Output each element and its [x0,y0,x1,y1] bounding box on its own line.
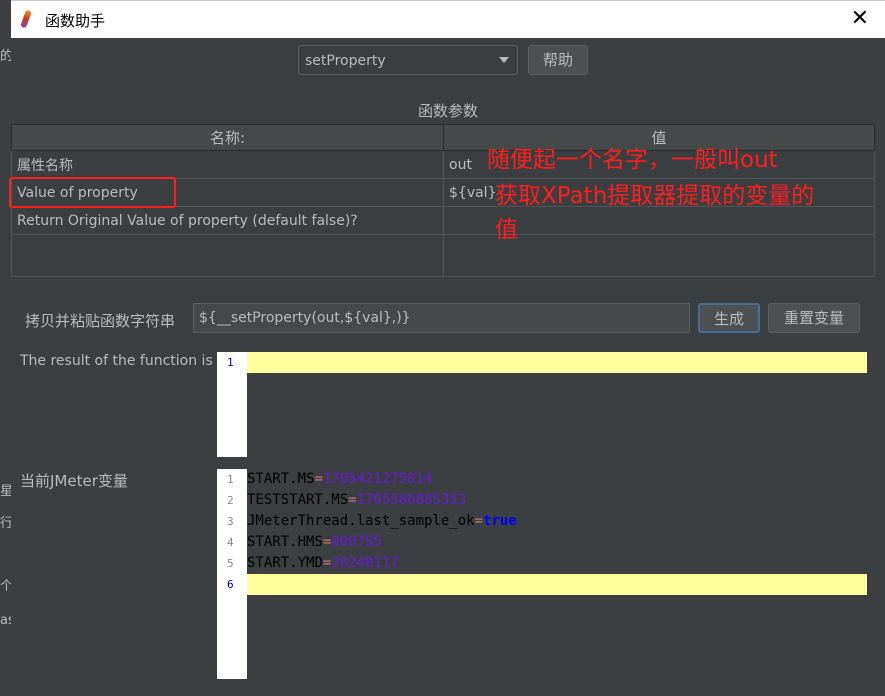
scrollbar[interactable] [875,38,885,696]
param-name: 属性名称 [11,150,444,179]
var-name: START.HMS [247,534,323,550]
annotation: 值 [495,217,518,243]
jmeter-feather-icon [20,9,32,29]
variable-line: START.HMS=000755 [247,534,382,550]
line-number: 2 [227,494,234,507]
reset-variables-button[interactable]: 重置变量 [768,303,860,333]
line-number: 6 [227,578,234,591]
params-section-title: 函数参数 [417,102,478,120]
window-title: 函数助手 [45,12,106,30]
table-row [11,234,875,277]
var-name: START.MS [247,471,315,487]
result-line [247,352,867,373]
variable-line: JMeterThread.last_sample_ok=true [247,513,517,529]
variable-line: START.YMD=20240117 [247,555,399,571]
param-name: Return Original Value of property (defau… [11,206,444,235]
var-name: START.YMD [247,555,323,571]
var-value: 20240117 [331,555,399,571]
variables-label: 当前JMeter变量 [20,472,128,490]
col-header-name: 名称: [11,124,444,151]
highlight-box [9,177,176,208]
chevron-down-icon [499,57,509,63]
var-value: 1705421275814 [322,471,433,487]
variables-editor[interactable]: 1 2 3 4 5 6 START.MS=1705421275814 TESTS… [217,469,867,679]
close-button[interactable]: ✕ [851,6,869,31]
function-helper-dialog: setProperty 帮助 函数参数 名称: 值 属性名称 out Value o… [9,38,885,696]
variable-line: TESTSTART.MS=1705506885353 [247,492,467,508]
variable-line-current [247,574,867,595]
line-number: 4 [227,536,234,549]
var-value: 1705506885353 [356,492,467,508]
param-name [11,234,444,277]
result-editor[interactable]: 1 [217,352,867,457]
annotation: 随便起一个名字，一般叫out [487,147,778,173]
title-bar: 函数助手 ✕ [11,0,885,38]
function-select[interactable]: setProperty [298,45,518,75]
line-number: 1 [227,356,234,369]
function-select-value: setProperty [305,53,386,69]
line-number: 5 [227,557,234,570]
var-value: true [483,513,517,529]
result-label: The result of the function is [20,353,213,369]
line-number: 1 [227,473,234,486]
copy-label: 拷贝并粘贴函数字符串 [25,312,176,330]
generate-button[interactable]: 生成 [698,303,760,333]
variable-line: START.MS=1705421275814 [247,471,433,487]
var-value: 000755 [331,534,382,550]
var-name: JMeterThread.last_sample_ok [247,513,475,529]
help-button[interactable]: 帮助 [528,45,588,75]
var-name: TESTSTART.MS [247,492,349,508]
annotation: 获取XPath提取器提取的变量的 [495,183,815,209]
line-number: 3 [227,515,234,528]
function-string-input[interactable]: ${__setProperty(out,${val},)} [193,303,690,333]
